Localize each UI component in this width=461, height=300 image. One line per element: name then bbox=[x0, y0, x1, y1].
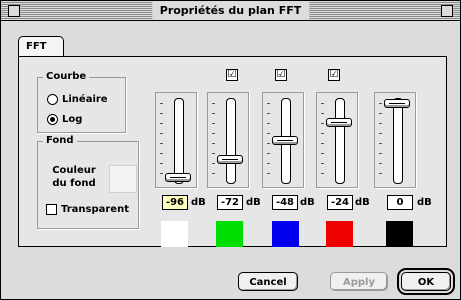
slider-thumb-3[interactable] bbox=[272, 136, 298, 145]
db-value-field-3[interactable]: -48 bbox=[272, 195, 298, 210]
close-box-icon[interactable] bbox=[8, 5, 20, 17]
slider-thumb-2[interactable] bbox=[217, 154, 243, 164]
title-bar[interactable]: Propriétés du plan FFT bbox=[1, 1, 460, 21]
slider-ticks-4 bbox=[321, 103, 327, 177]
slider-thumb-5[interactable] bbox=[384, 99, 410, 108]
cancel-button[interactable]: Cancel bbox=[238, 272, 298, 291]
color-swatch-3[interactable] bbox=[272, 221, 299, 247]
slider-thumb-1[interactable] bbox=[165, 173, 191, 182]
window-title: Propriétés du plan FFT bbox=[151, 1, 310, 20]
enable-checkbox-4[interactable]: ☑ bbox=[328, 69, 340, 81]
color-swatch-4[interactable] bbox=[326, 221, 353, 247]
db-unit-label-2: dB bbox=[246, 197, 261, 208]
color-swatch-2[interactable] bbox=[216, 221, 243, 247]
slider-frame-2 bbox=[207, 92, 249, 188]
slider-track-2[interactable] bbox=[226, 98, 236, 184]
radio-lineaire[interactable]: Linéaire bbox=[47, 92, 108, 106]
enable-checkbox-3[interactable]: ☑ bbox=[275, 69, 287, 81]
radio-log[interactable]: Log bbox=[47, 112, 82, 126]
couleur-du-fond-label: Couleur du fond bbox=[52, 165, 96, 189]
slider-ticks-2 bbox=[212, 103, 218, 177]
db-unit-label-1: dB bbox=[191, 197, 206, 208]
db-value-field-5[interactable]: 0 bbox=[387, 195, 413, 210]
slider-track-5[interactable] bbox=[393, 98, 403, 184]
apply-button[interactable]: Apply bbox=[330, 272, 388, 291]
db-unit-label-4: dB bbox=[355, 197, 370, 208]
radio-lineaire-icon[interactable] bbox=[47, 93, 58, 105]
courbe-group: Courbe Linéaire Log bbox=[37, 71, 126, 133]
slider-ticks-1 bbox=[160, 103, 166, 177]
zoom-box-icon[interactable] bbox=[441, 5, 453, 17]
enable-checkbox-2[interactable]: ☑ bbox=[226, 69, 238, 81]
slider-frame-4 bbox=[316, 92, 358, 188]
db-value-field-1[interactable]: -96 bbox=[162, 195, 188, 210]
radio-log-icon[interactable] bbox=[47, 113, 58, 125]
slider-track-4[interactable] bbox=[335, 98, 345, 184]
transparent-label: Transparent bbox=[61, 204, 129, 215]
background-color-swatch[interactable] bbox=[109, 165, 137, 193]
radio-lineaire-label: Linéaire bbox=[62, 93, 108, 105]
color-swatch-1[interactable] bbox=[161, 221, 188, 247]
fond-group-label: Fond bbox=[43, 135, 77, 147]
transparent-checkbox-row[interactable]: Transparent bbox=[46, 204, 129, 215]
slider-track-1[interactable] bbox=[174, 98, 184, 184]
tab-fft[interactable]: FFT bbox=[18, 36, 64, 56]
ok-button[interactable]: OK bbox=[397, 268, 455, 295]
slider-frame-5 bbox=[374, 92, 416, 188]
slider-frame-1 bbox=[155, 92, 197, 188]
courbe-group-label: Courbe bbox=[43, 71, 90, 83]
slider-ticks-5 bbox=[379, 103, 385, 177]
slider-frame-3 bbox=[262, 92, 304, 188]
db-unit-label-3: dB bbox=[300, 197, 315, 208]
color-swatch-5[interactable] bbox=[386, 221, 413, 247]
db-unit-label-5: dB bbox=[417, 197, 432, 208]
db-value-field-2[interactable]: -72 bbox=[217, 195, 243, 210]
fond-group: Fond Couleur du fond Transparent bbox=[37, 135, 139, 229]
db-value-field-4[interactable]: -24 bbox=[327, 195, 353, 210]
radio-log-label: Log bbox=[62, 113, 83, 125]
slider-thumb-4[interactable] bbox=[326, 117, 352, 127]
transparent-checkbox[interactable] bbox=[46, 204, 57, 215]
